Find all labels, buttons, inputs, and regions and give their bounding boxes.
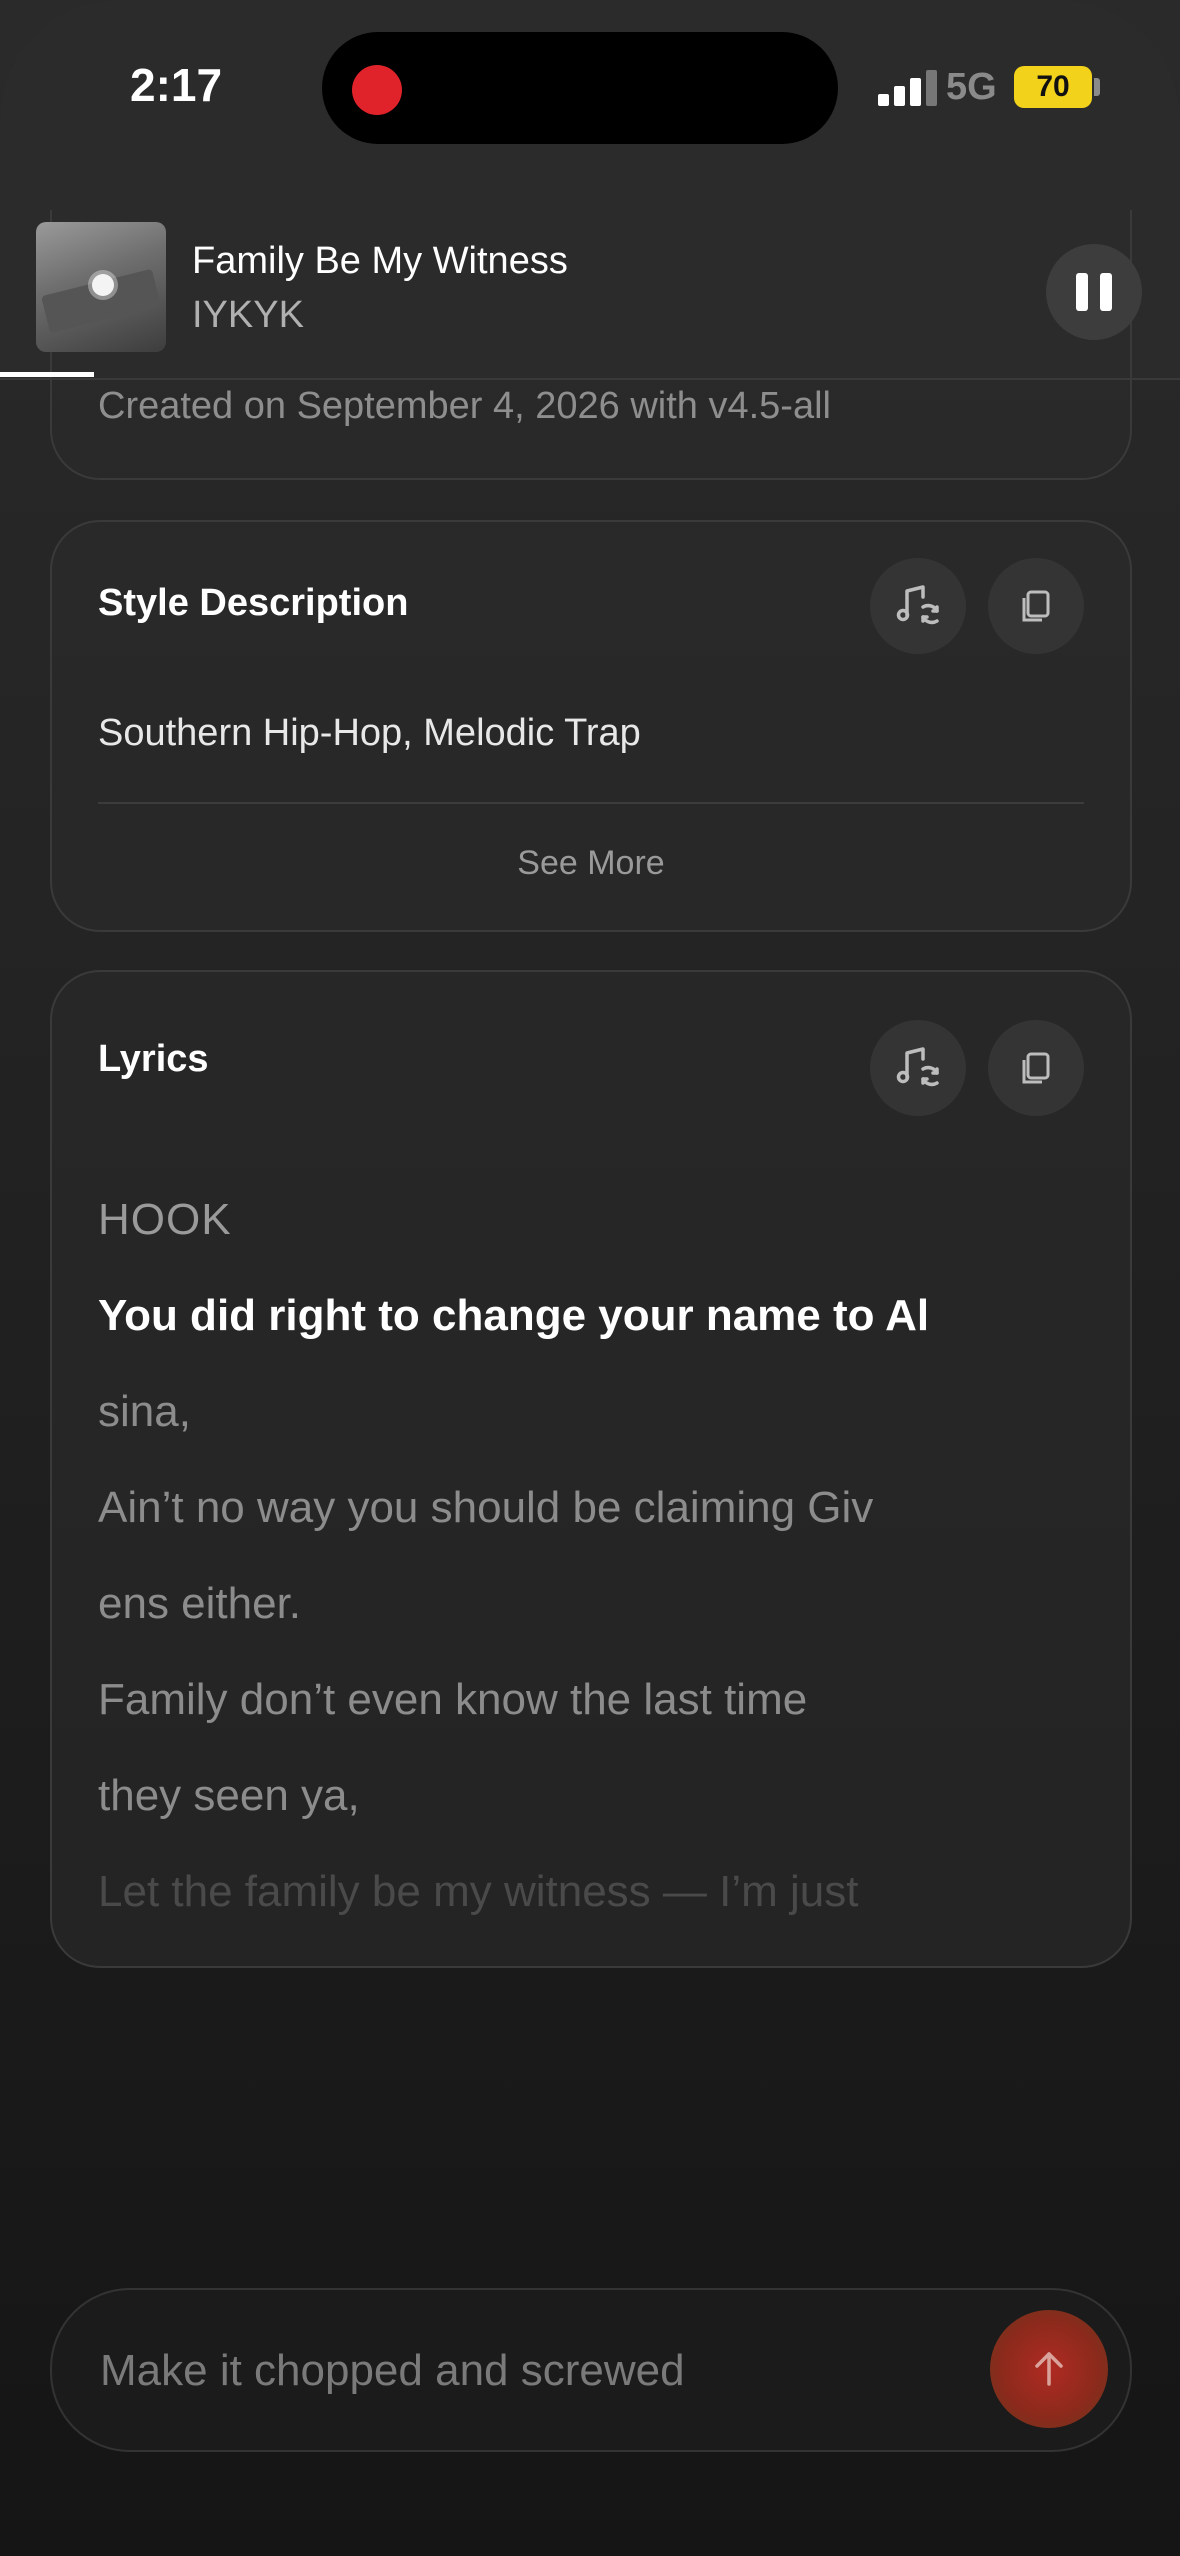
- pause-icon: [1076, 273, 1088, 311]
- playback-progress: [0, 372, 95, 377]
- lyric-line-active: You did right to change your name to Al: [98, 1291, 930, 1340]
- lyrics-remix-button[interactable]: [870, 1020, 966, 1116]
- style-copy-button[interactable]: [988, 558, 1084, 654]
- song-title: Family Be My Witness: [192, 240, 568, 282]
- prompt-input[interactable]: [98, 2330, 982, 2412]
- lyrics-card-title: Lyrics: [98, 1038, 209, 1080]
- created-date: Created on September 4, 2026 with v4.5-a…: [98, 385, 831, 427]
- pause-button[interactable]: [1046, 244, 1142, 340]
- now-playing-bar[interactable]: Family Be My Witness IYKYK: [0, 198, 1180, 380]
- lyric-line: Ain’t no way you should be claiming Giv: [98, 1483, 874, 1532]
- see-more-button[interactable]: See More: [52, 844, 1130, 883]
- music-remix-icon: [896, 585, 939, 625]
- copy-icon: [1022, 590, 1050, 622]
- lyrics-copy-button[interactable]: [988, 1020, 1084, 1116]
- lyrics-section-label: HOOK: [98, 1195, 232, 1244]
- cellular-signal-icon: [878, 70, 940, 106]
- prompt-bar: [50, 2288, 1132, 2452]
- send-button[interactable]: [990, 2310, 1108, 2428]
- lyric-line: ens either.: [98, 1579, 302, 1628]
- music-remix-icon: [896, 1047, 939, 1087]
- recording-indicator-icon: [352, 65, 402, 115]
- copy-icon: [1022, 1052, 1050, 1084]
- clock: 2:17: [130, 59, 223, 111]
- dynamic-island: [322, 32, 838, 144]
- battery-icon: 70: [1014, 66, 1092, 108]
- lyrics-text: HOOK You did right to change your name t…: [98, 1172, 1058, 1940]
- lyric-line: sina,: [98, 1387, 191, 1436]
- song-artist: IYKYK: [192, 294, 304, 336]
- lyrics-card: Lyrics HOOK You did right to change your…: [50, 970, 1132, 1968]
- style-card-title: Style Description: [98, 582, 409, 624]
- network-type: 5G: [946, 66, 997, 108]
- style-description-card: Style Description Southern Hip-Hop, Melo…: [50, 520, 1132, 932]
- lyric-line: Let the family be my witness — I’m just: [98, 1867, 859, 1916]
- lyric-line: they seen ya,: [98, 1771, 360, 1820]
- style-divider: [98, 802, 1084, 804]
- style-remix-button[interactable]: [870, 558, 966, 654]
- status-bar: 2:17 5G 70: [0, 0, 1180, 180]
- arrow-up-icon: [1035, 2352, 1063, 2386]
- battery-tip: [1094, 78, 1100, 96]
- style-description-text: Southern Hip-Hop, Melodic Trap: [98, 712, 641, 754]
- lyric-line: Family don’t even know the last time: [98, 1675, 808, 1724]
- album-art[interactable]: [36, 222, 166, 352]
